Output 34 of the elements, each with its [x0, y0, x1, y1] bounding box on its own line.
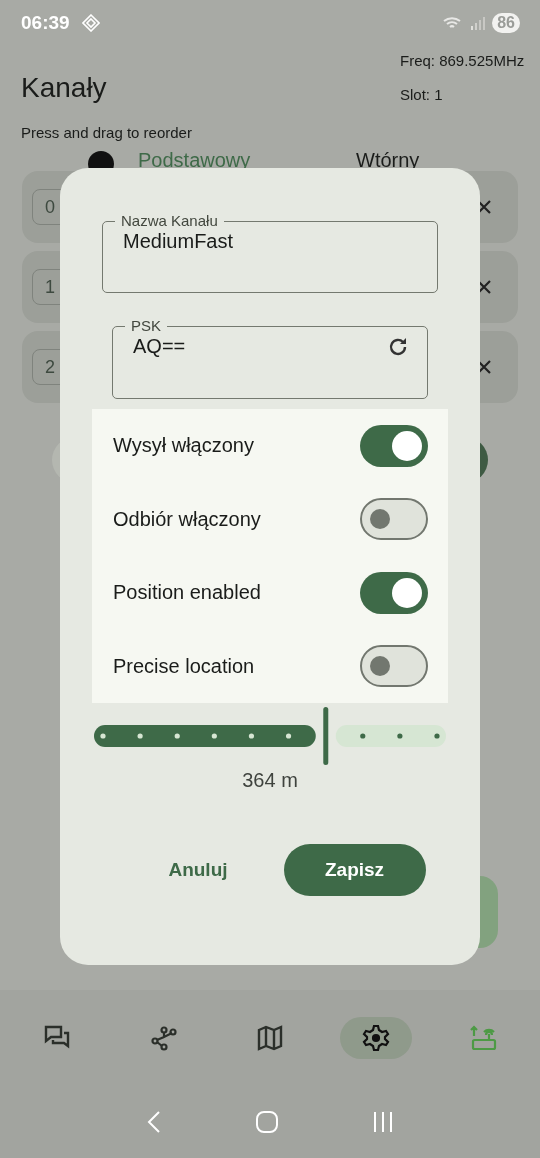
reorder-hint: Press and drag to reorder [20, 123, 193, 141]
slider-thumb[interactable] [323, 707, 329, 765]
toggle-label: Odbiór włączony [113, 507, 261, 531]
status-time: 06:39 [21, 12, 70, 34]
slider-reading: 364 m [242, 769, 298, 792]
frequency-label: Freq: 869.525MHz [400, 52, 526, 69]
field-value: MediumFast [123, 230, 235, 253]
field-label: PSK [130, 317, 162, 335]
map-icon [255, 1023, 284, 1052]
slot-label: Slot: 1 [400, 86, 444, 103]
page-title: Kanały [21, 72, 107, 103]
toggle-label: Wysył włączony [113, 434, 254, 458]
toggle-switch[interactable] [360, 424, 428, 467]
signal-icon [470, 15, 487, 31]
channel-name-field[interactable]: Nazwa Kanału MediumFast [102, 212, 438, 293]
battery-indicator: 86 [492, 13, 520, 33]
toggle-label: Position enabled [113, 581, 261, 605]
nodes-icon [149, 1023, 178, 1052]
toggle-switch[interactable] [360, 645, 428, 688]
toggle-switch[interactable] [360, 571, 428, 614]
diamond-icon [81, 14, 100, 32]
column-header: Podstawowy [138, 149, 252, 171]
router-icon [468, 1023, 497, 1052]
info-icon [88, 151, 114, 171]
column-header: Wtórny [356, 149, 420, 171]
cancel-button[interactable]: Anuluj [164, 849, 232, 891]
nav-item[interactable] [340, 1016, 413, 1059]
settings-icon [362, 1023, 391, 1052]
field-value: AQ== [133, 335, 186, 358]
save-button[interactable]: Zapisz [283, 844, 426, 896]
toggle-switch[interactable] [360, 498, 428, 541]
toggle-label: Precise location [113, 654, 255, 678]
field-label: Nazwa Kanału [120, 212, 219, 230]
range-slider[interactable] [94, 705, 446, 767]
